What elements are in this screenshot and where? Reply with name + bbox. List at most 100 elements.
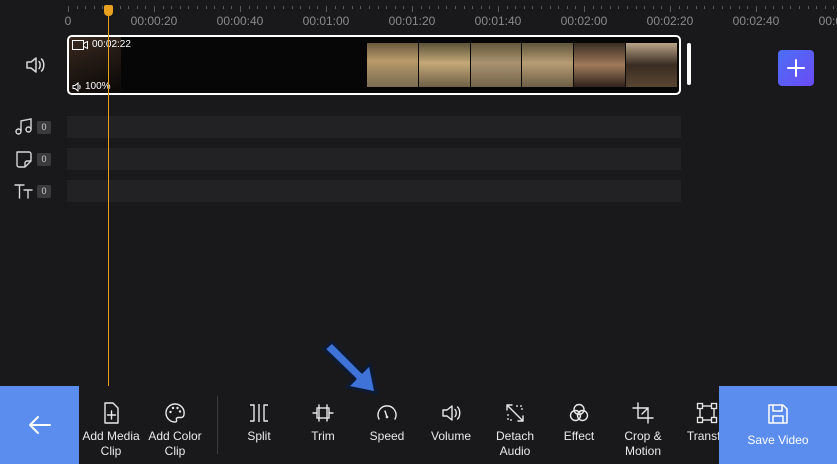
ruler-tick [343, 6, 345, 9]
arrow-left-icon [28, 416, 51, 434]
ruler-tick [360, 6, 362, 9]
ruler-tick [489, 6, 491, 9]
ruler-tick [816, 6, 818, 9]
ruler-tick [68, 6, 69, 12]
ruler-tick [592, 6, 594, 9]
ruler-tick [257, 6, 259, 9]
ruler-tick [799, 6, 800, 9]
ruler-tick [781, 6, 783, 9]
ruler-tick [652, 6, 654, 9]
text-icon [14, 184, 33, 199]
clip-end-handle[interactable] [687, 43, 691, 85]
music-track[interactable]: 0 [0, 116, 837, 138]
ruler-tick [713, 6, 714, 9]
crop-motion-button[interactable]: Crop & Motion [608, 402, 678, 459]
ruler-tick [670, 6, 671, 12]
ruler-tick [541, 6, 542, 9]
clip-duration: 00:02:22 [72, 39, 131, 50]
track-lane[interactable] [67, 180, 681, 202]
ruler-tick [76, 6, 78, 9]
ruler-tick [635, 6, 637, 9]
tool-label: Effect [563, 429, 595, 443]
ruler-tick [532, 6, 534, 9]
ruler-tick [240, 6, 241, 12]
ruler-tick [85, 6, 87, 9]
ruler-tick [773, 6, 775, 9]
add-media-icon [104, 402, 119, 424]
playhead-line[interactable] [108, 8, 109, 386]
trim-icon [312, 404, 334, 422]
back-button[interactable] [0, 386, 79, 464]
volume-button[interactable]: Volume [416, 402, 486, 444]
ruler-tick [566, 6, 568, 9]
ruler-tick [472, 6, 474, 9]
ruler-label: 00:02:40 [732, 14, 780, 28]
ruler-label: 00:00:20 [130, 14, 178, 28]
tool-label: Add Media Clip [82, 429, 140, 458]
tool-label: Crop & Motion [624, 429, 662, 458]
speed-icon [377, 405, 397, 420]
ruler-tick [833, 6, 835, 9]
ruler-tick [756, 6, 757, 12]
ruler-label: 00:01:00 [302, 14, 350, 28]
video-clip[interactable]: 00:02:22 100% [67, 35, 681, 95]
ruler-tick [377, 6, 379, 9]
clip-duration-text: 00:02:22 [92, 39, 131, 50]
playhead-handle[interactable] [104, 5, 113, 16]
ruler-tick [429, 6, 431, 9]
ruler-tick [403, 6, 405, 9]
ruler-tick [171, 6, 173, 9]
ruler-tick [179, 6, 181, 9]
ruler-tick [584, 6, 585, 12]
text-track[interactable]: 0 [0, 180, 837, 202]
ruler-tick [558, 6, 560, 9]
ruler-tick [575, 6, 577, 9]
track-lane[interactable] [67, 148, 681, 170]
plus-icon [787, 59, 805, 77]
ruler-tick [498, 6, 499, 12]
ruler-tick [790, 6, 792, 9]
speed-button[interactable]: Speed [352, 402, 422, 444]
track-mute-icon[interactable] [24, 55, 46, 75]
effect-button[interactable]: Effect [544, 402, 614, 444]
track-count-badge: 0 [37, 121, 51, 134]
split-button[interactable]: Split [224, 402, 294, 444]
transform-icon [696, 402, 718, 424]
timeline-ruler[interactable]: 0 00:00:20 00:00:40 00:01:00 00:01:20 00… [0, 0, 837, 30]
ruler-label: 00:01:20 [388, 14, 436, 28]
add-media-clip-button[interactable]: Add Media Clip [76, 402, 146, 459]
ruler-tick [437, 6, 439, 9]
tool-label: Detach Audio [495, 429, 535, 458]
pointer-arrow-icon [322, 340, 378, 395]
ruler-tick [93, 6, 95, 9]
ruler-tick [394, 6, 396, 9]
ruler-tick [197, 6, 198, 9]
sticker-icon [16, 151, 32, 168]
ruler-tick [687, 6, 689, 9]
ruler-tick [283, 6, 284, 9]
sticker-track[interactable]: 0 [0, 148, 837, 170]
floppy-disk-icon [768, 404, 788, 424]
bottom-toolbar: Add Media Clip Add Color Clip Split Trim… [0, 386, 837, 464]
trim-button[interactable]: Trim [288, 402, 358, 444]
ruler-tick [308, 6, 310, 9]
save-video-button[interactable]: Save Video [719, 386, 837, 464]
ruler-tick [145, 6, 147, 9]
ruler-tick [618, 6, 620, 9]
ruler-tick [248, 6, 250, 9]
ruler-tick [515, 6, 517, 9]
track-lane[interactable] [67, 116, 681, 138]
detach-audio-icon [506, 404, 524, 422]
ruler-tick [265, 6, 267, 9]
ruler-label: 00:01:40 [474, 14, 522, 28]
ruler-tick [291, 6, 293, 9]
tool-label: Split [247, 429, 271, 443]
add-color-clip-button[interactable]: Add Color Clip [140, 402, 210, 459]
add-track-button[interactable] [778, 50, 814, 86]
ruler-tick [807, 6, 809, 9]
detach-audio-button[interactable]: Detach Audio [480, 402, 550, 459]
crop-icon [632, 402, 654, 424]
ruler-tick [824, 6, 826, 9]
ruler-tick [704, 6, 706, 9]
ruler-tick [326, 6, 327, 12]
